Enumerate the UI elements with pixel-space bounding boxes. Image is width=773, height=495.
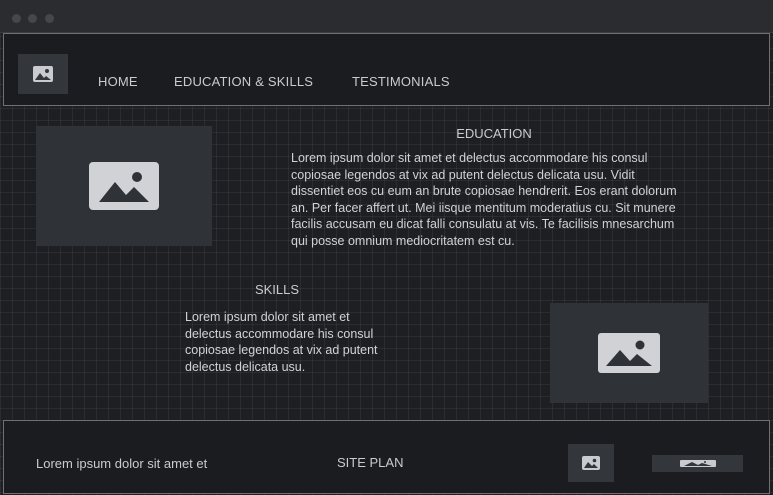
window-titlebar	[0, 0, 773, 33]
window-minimize-dot[interactable]	[28, 14, 37, 23]
skills-image	[550, 303, 708, 403]
footer-site-plan-link[interactable]: SITE PLAN	[337, 455, 403, 470]
footer-image	[568, 444, 614, 482]
education-text: Lorem ipsum dolor sit amet et delectus a…	[291, 151, 677, 248]
nav-home[interactable]: HOME	[98, 74, 138, 89]
nav-education-skills[interactable]: EDUCATION & SKILLS	[174, 74, 313, 89]
image-placeholder-icon	[89, 162, 159, 210]
education-title: EDUCATION	[456, 126, 532, 141]
image-placeholder-icon	[33, 66, 53, 82]
footer-text: Lorem ipsum dolor sit amet et	[36, 456, 208, 471]
site-footer: Lorem ipsum dolor sit amet et SITE PLAN	[3, 420, 770, 494]
window-maximize-dot[interactable]	[45, 14, 54, 23]
window-close-dot[interactable]	[12, 14, 21, 23]
browser-window: HOME EDUCATION & SKILLS TESTIMONIALS EDU…	[0, 0, 773, 495]
skills-text: Lorem ipsum dolor sit amet et delectus a…	[185, 310, 378, 374]
image-placeholder-icon	[679, 460, 716, 467]
education-image	[36, 126, 212, 246]
footer-banner-image	[652, 455, 743, 472]
image-placeholder-icon	[582, 456, 600, 470]
nav-testimonials[interactable]: TESTIMONIALS	[352, 74, 450, 89]
site-header: HOME EDUCATION & SKILLS TESTIMONIALS	[3, 33, 770, 106]
skills-title: SKILLS	[254, 282, 300, 297]
logo[interactable]	[18, 54, 68, 94]
image-placeholder-icon	[598, 333, 660, 373]
